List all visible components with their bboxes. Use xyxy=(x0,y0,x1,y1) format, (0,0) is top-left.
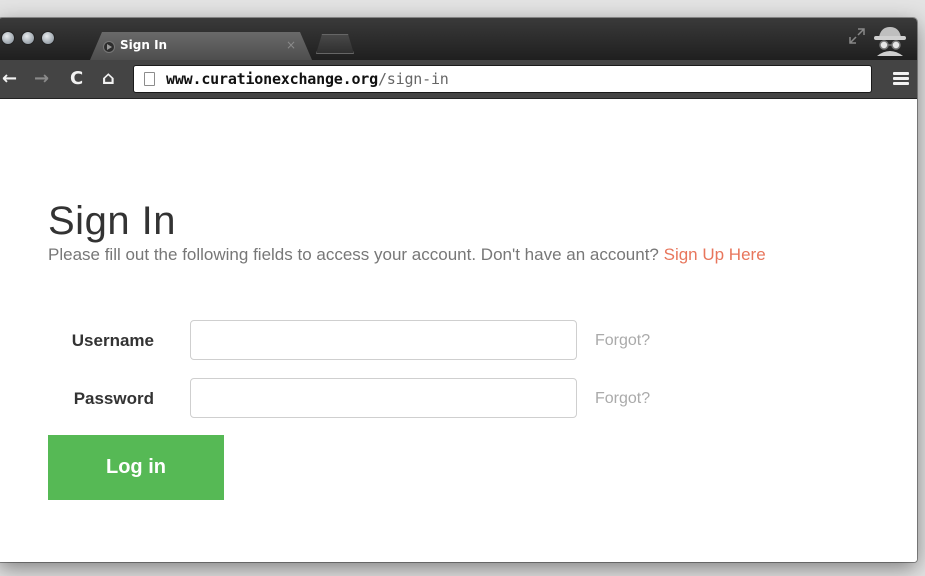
page-content: Sign In Please fill out the following fi… xyxy=(0,99,917,562)
intro-message: Please fill out the following fields to … xyxy=(48,245,664,264)
forgot-username-link[interactable]: Forgot? xyxy=(595,332,650,350)
url-host: www.curationexchange.org xyxy=(166,70,378,88)
forward-icon[interactable]: → xyxy=(34,68,49,90)
window-minimize-control[interactable] xyxy=(22,32,34,44)
home-icon[interactable]: ⌂ xyxy=(102,68,115,90)
intro-text: Please fill out the following fields to … xyxy=(48,245,766,265)
tab-sign-in[interactable]: Sign In × xyxy=(90,32,312,60)
password-label: Password xyxy=(73,389,154,408)
incognito-icon xyxy=(874,27,906,56)
fullscreen-icon[interactable] xyxy=(849,28,865,44)
tab-close-icon[interactable]: × xyxy=(286,38,296,52)
browser-toolbar: ← → C ⌂ www.curationexchange.org/sign-in xyxy=(0,60,917,99)
new-tab-button[interactable] xyxy=(316,34,354,54)
browser-window: Sign In × ← → C ⌂ www.curationexchange.o… xyxy=(0,18,917,562)
log-in-button[interactable]: Log in xyxy=(48,435,224,500)
window-zoom-control[interactable] xyxy=(42,32,54,44)
password-input[interactable] xyxy=(190,378,577,418)
tab-title: Sign In xyxy=(120,38,168,52)
address-bar[interactable]: www.curationexchange.org/sign-in xyxy=(133,65,872,93)
username-label: Username xyxy=(71,331,154,350)
reload-icon[interactable]: C xyxy=(70,68,83,90)
page-title: Sign In xyxy=(48,199,177,243)
tab-strip: Sign In × xyxy=(0,18,917,60)
page-icon xyxy=(144,72,155,86)
forgot-password-link[interactable]: Forgot? xyxy=(595,390,650,408)
sign-up-link[interactable]: Sign Up Here xyxy=(664,245,766,264)
url-text: www.curationexchange.org/sign-in xyxy=(166,70,449,88)
window-close-control[interactable] xyxy=(2,32,14,44)
username-input[interactable] xyxy=(190,320,577,360)
menu-icon[interactable] xyxy=(893,72,909,86)
url-path: /sign-in xyxy=(377,70,449,88)
favicon-icon xyxy=(103,41,115,53)
back-icon[interactable]: ← xyxy=(2,68,17,90)
